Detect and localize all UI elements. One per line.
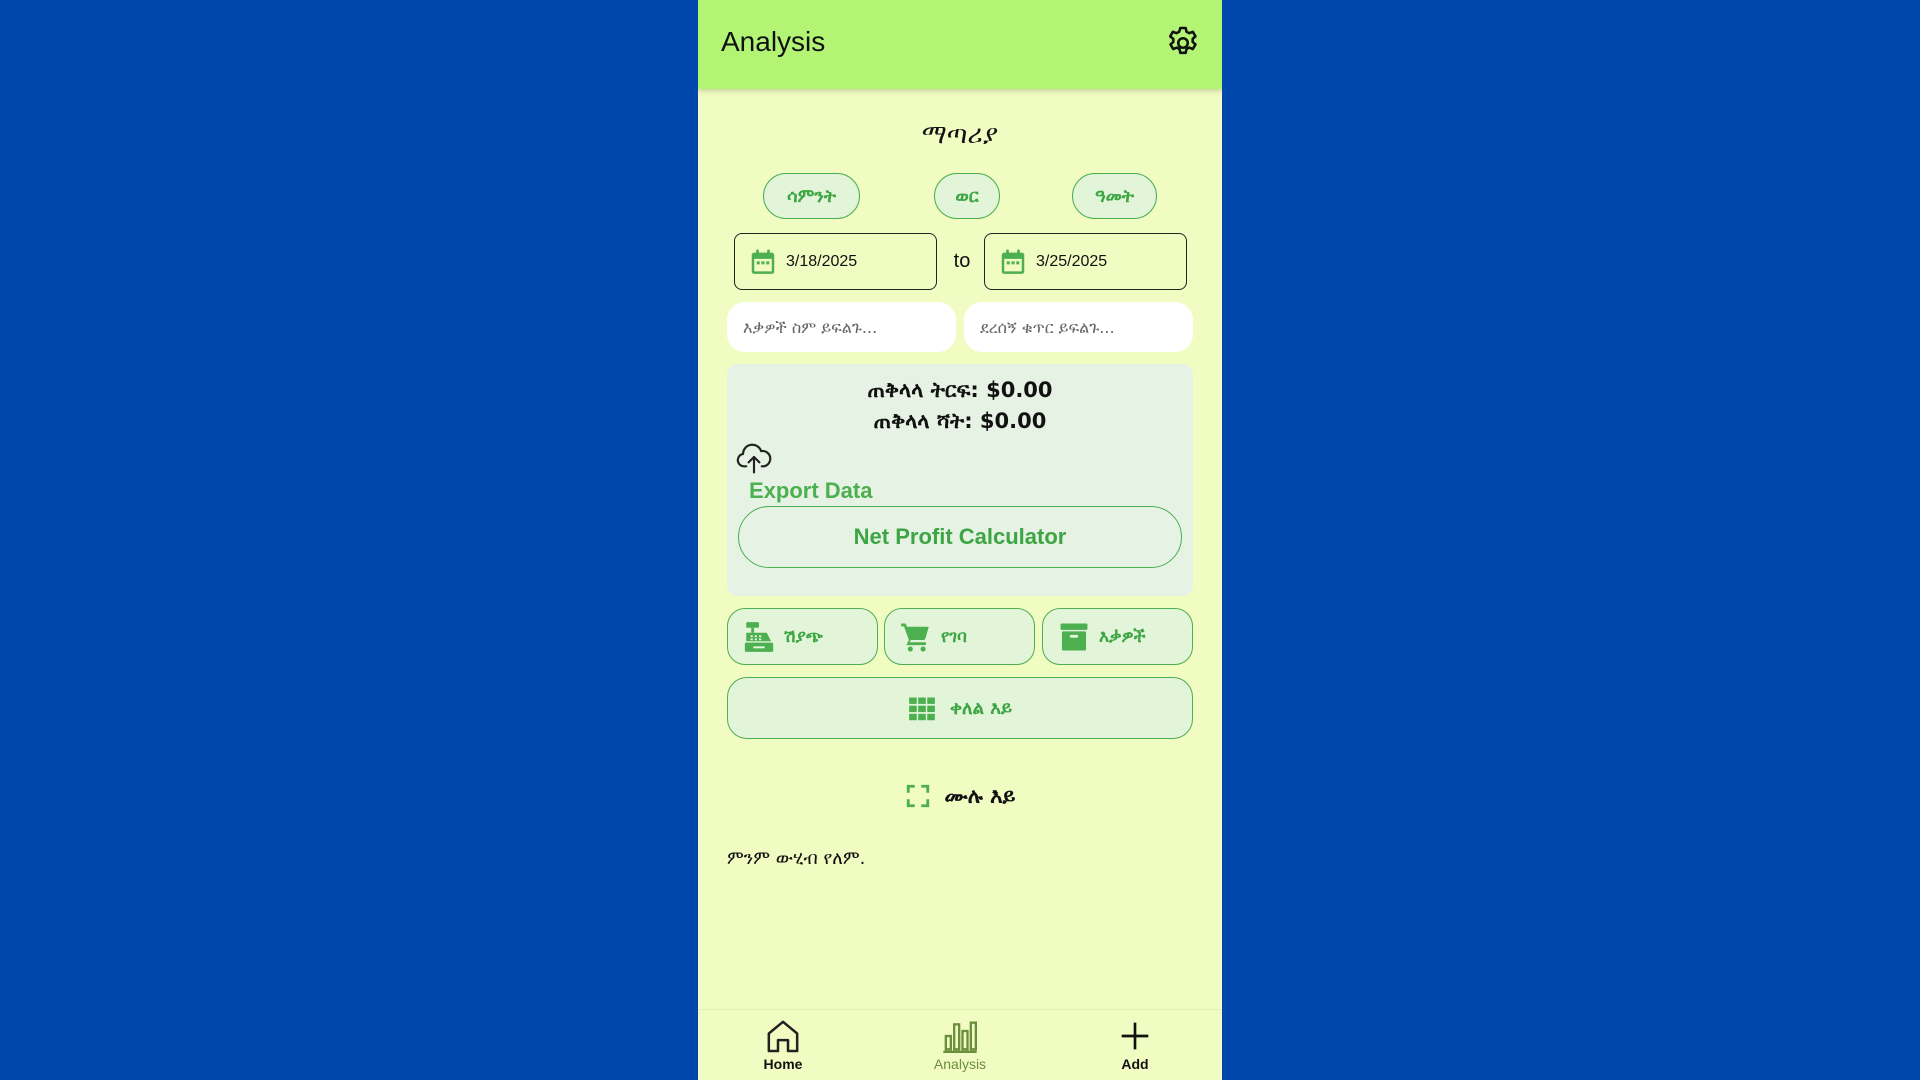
filter-year-button[interactable]: ዓመት: [1072, 173, 1157, 219]
start-date-value: 3/18/2025: [786, 252, 858, 270]
phone-screen: Analysis ማጣሪያ ሳምንት ወር ዓመት 3/18/2025 to 3…: [698, 0, 1222, 1080]
end-date-field[interactable]: 3/25/2025: [984, 233, 1187, 290]
summary-card: ጠቅላላ ትርፍ: $0.00 ጠቅላላ ሻት: $0.00 Export Da…: [727, 364, 1193, 596]
items-category-button[interactable]: እቃዎች: [1042, 608, 1193, 665]
items-category-label: እቃዎች: [1099, 626, 1146, 647]
home-icon: [767, 1020, 799, 1053]
settings-button[interactable]: [1164, 24, 1202, 62]
purchase-category-label: የገባ: [941, 626, 967, 647]
fullscreen-icon: [906, 784, 929, 808]
archive-icon: [1060, 623, 1088, 650]
total-sales-text: ጠቅላላ ሻት: $0.00: [873, 409, 1047, 433]
end-date-value: 3/25/2025: [1036, 252, 1108, 270]
total-profit-text: ጠቅላላ ትርፍ: $0.00: [867, 378, 1053, 402]
nav-add[interactable]: Add: [1075, 1016, 1195, 1072]
nav-home[interactable]: Home: [723, 1016, 843, 1072]
net-profit-calculator-button[interactable]: Net Profit Calculator: [738, 506, 1182, 568]
calendar-icon: [1001, 249, 1025, 274]
settings-icon: [1168, 26, 1197, 55]
simple-view-label: ቀለል እይ: [949, 697, 1013, 719]
cash-register-icon: [744, 621, 774, 652]
export-data-button[interactable]: Export Data: [749, 478, 872, 504]
nav-analysis-label: Analysis: [933, 1056, 987, 1072]
purchase-category-button[interactable]: የገባ: [884, 608, 1035, 665]
nav-home-label: Home: [763, 1056, 803, 1072]
full-view-button[interactable]: ሙሉ እይ: [698, 779, 1222, 813]
simple-view-button[interactable]: ቀለል እይ: [727, 677, 1193, 739]
start-date-field[interactable]: 3/18/2025: [734, 233, 937, 290]
nav-add-label: Add: [1121, 1056, 1149, 1072]
sales-category-label: ሽያጭ: [784, 626, 823, 647]
bar-chart-icon: [943, 1021, 977, 1053]
sales-category-button[interactable]: ሽያጭ: [727, 608, 878, 665]
filter-week-button[interactable]: ሳምንት: [763, 173, 860, 219]
bottom-navigation: Home Analysis Add: [698, 1009, 1222, 1080]
empty-state-message: ምንም ውሂብ የለም.: [727, 848, 866, 869]
grid-icon: [909, 697, 935, 721]
filter-section-title: ማጣሪያ: [921, 120, 999, 150]
item-name-search-input[interactable]: [727, 302, 956, 352]
page-title: Analysis: [721, 26, 826, 57]
cloud-upload-icon[interactable]: [735, 440, 773, 474]
nav-analysis[interactable]: Analysis: [900, 1016, 1020, 1072]
date-range-to-label: to: [953, 250, 971, 272]
filter-month-button[interactable]: ወር: [934, 173, 1000, 219]
app-bar: Analysis: [698, 0, 1222, 89]
full-view-label: ሙሉ እይ: [944, 783, 1016, 808]
receipt-number-search-input[interactable]: [964, 302, 1193, 352]
plus-icon: [1121, 1022, 1149, 1050]
calendar-icon: [751, 249, 775, 274]
cart-icon: [901, 623, 929, 652]
